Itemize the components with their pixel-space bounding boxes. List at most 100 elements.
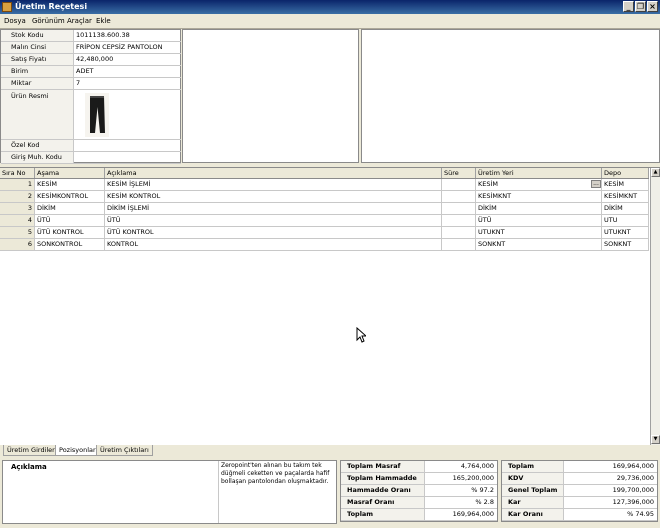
info-label: Stok Kodu: [1, 30, 74, 41]
tab-uretim-ciktilari[interactable]: Üretim Çıktıları: [96, 445, 153, 456]
summary-value: % 97.2: [471, 486, 494, 494]
info-row-giris-muh-kodu: Giriş Muh. Kodu: [1, 152, 181, 164]
info-value[interactable]: 42,480,000: [76, 54, 113, 65]
menu-araclar[interactable]: Araçlar: [67, 14, 92, 28]
summary-value: 4,764,000: [460, 462, 494, 470]
summary-row: Kar 127,396,000: [502, 497, 657, 509]
info-value[interactable]: 1011138.600.38: [76, 30, 130, 41]
info-row-malin-cinsi: Malın Cinsi FRİPON CEPSİZ PANTOLON: [1, 42, 181, 54]
info-label: Özel Kod: [1, 140, 74, 151]
cell-sure[interactable]: [442, 203, 476, 214]
scroll-up-icon[interactable]: ▲: [651, 168, 660, 177]
summary-right-table: Toplam 169,964,000 KDV 29,736,000 Genel …: [501, 460, 658, 522]
summary-row: Genel Toplam 199,700,000: [502, 485, 657, 497]
table-row[interactable]: 1 KESİM KESİM İŞLEMİ KESİM ... KESİM: [0, 179, 649, 191]
cell-aciklama[interactable]: DİKİM İŞLEMİ: [105, 203, 442, 214]
cell-asama[interactable]: KESİM: [35, 179, 105, 190]
cell-depo[interactable]: UTUKNT: [602, 227, 649, 238]
cell-depo[interactable]: SONKNT: [602, 239, 649, 250]
mouse-cursor-icon: [356, 327, 366, 343]
restore-button[interactable]: ❐: [635, 1, 646, 12]
cell-depo[interactable]: KESİM: [602, 179, 649, 190]
header-depo[interactable]: Depo: [602, 168, 649, 178]
middle-panel: [182, 29, 359, 163]
cell-uretim-yeri[interactable]: ÜTÜ: [476, 215, 602, 226]
header-asama[interactable]: Aşama: [35, 168, 105, 178]
summary-label: Toplam: [502, 461, 564, 472]
cell-asama[interactable]: KESİMKONTROL: [35, 191, 105, 202]
summary-value: % 2.8: [475, 498, 494, 506]
table-row[interactable]: 3 DİKİM DİKİM İŞLEMİ DİKİM DİKİM: [0, 203, 649, 215]
row-number: 2: [0, 191, 35, 202]
cell-uretim-yeri[interactable]: KESİM: [476, 179, 602, 190]
window-title: Üretim Reçetesi: [15, 2, 88, 11]
info-label: Miktar: [1, 78, 74, 89]
header-sira-no[interactable]: Sıra No: [0, 168, 35, 178]
menu-dosya[interactable]: Dosya: [4, 14, 26, 28]
right-panel: [361, 29, 660, 163]
info-value[interactable]: 7: [76, 78, 80, 89]
summary-area: Açıklama Zeropoint'ten alınan bu takım t…: [0, 457, 660, 528]
ellipsis-button[interactable]: ...: [591, 180, 601, 188]
cell-aciklama[interactable]: KESİM İŞLEMİ: [105, 179, 442, 190]
header-sure[interactable]: Süre: [442, 168, 476, 178]
table-row[interactable]: 4 ÜTÜ ÜTÜ ÜTÜ UTU: [0, 215, 649, 227]
table-row[interactable]: 5 ÜTÜ KONTROL ÜTÜ KONTROL UTUKNT UTUKNT: [0, 227, 649, 239]
row-number: 1: [0, 179, 35, 190]
menu-ekle[interactable]: Ekle: [96, 14, 111, 28]
cell-sure[interactable]: [442, 227, 476, 238]
header-aciklama[interactable]: Açıklama: [105, 168, 442, 178]
summary-value: 199,700,000: [612, 486, 654, 494]
cell-sure[interactable]: [442, 239, 476, 250]
summary-row: Masraf Oranı % 2.8: [341, 497, 497, 509]
cell-depo[interactable]: KESİMKNT: [602, 191, 649, 202]
cell-sure[interactable]: [442, 191, 476, 202]
cell-depo[interactable]: DİKİM: [602, 203, 649, 214]
cell-asama[interactable]: SONKONTROL: [35, 239, 105, 250]
cell-depo[interactable]: UTU: [602, 215, 649, 226]
close-button[interactable]: ×: [647, 1, 658, 12]
cell-uretim-yeri[interactable]: UTUKNT: [476, 227, 602, 238]
cell-sure[interactable]: [442, 215, 476, 226]
scroll-down-icon[interactable]: ▼: [651, 435, 660, 444]
cell-uretim-yeri[interactable]: DİKİM: [476, 203, 602, 214]
row-number: 4: [0, 215, 35, 226]
header-uretim-yeri[interactable]: Üretim Yeri: [476, 168, 602, 178]
grid-header: Sıra No Aşama Açıklama Süre Üretim Yeri …: [0, 168, 649, 179]
info-row-birim: Birim ADET: [1, 66, 181, 78]
cell-aciklama[interactable]: ÜTÜ KONTROL: [105, 227, 442, 238]
cell-asama[interactable]: ÜTÜ KONTROL: [35, 227, 105, 238]
cell-asama[interactable]: ÜTÜ: [35, 215, 105, 226]
table-row[interactable]: 6 SONKONTROL KONTROL SONKNT SONKNT: [0, 239, 649, 251]
cell-uretim-yeri[interactable]: KESİMKNT: [476, 191, 602, 202]
grid-vertical-scrollbar[interactable]: ▲ ▼: [650, 168, 660, 445]
info-row-ozel-kod: Özel Kod: [1, 140, 181, 152]
app-icon: [2, 2, 12, 12]
table-row[interactable]: 2 KESİMKONTROL KESİM KONTROL KESİMKNT KE…: [0, 191, 649, 203]
title-bar: Üretim Reçetesi _ ❐ ×: [0, 0, 660, 14]
cell-aciklama[interactable]: ÜTÜ: [105, 215, 442, 226]
summary-label: Kar: [502, 497, 564, 508]
summary-label: Toplam Masraf: [341, 461, 425, 472]
cell-aciklama[interactable]: KESİM KONTROL: [105, 191, 442, 202]
cell-aciklama[interactable]: KONTROL: [105, 239, 442, 250]
info-row-stok-kodu: Stok Kodu 1011138.600.38: [1, 30, 181, 42]
description-text[interactable]: Zeropoint'ten alınan bu takım tek düğmel…: [218, 461, 336, 523]
tab-uretim-girdileri[interactable]: Üretim Girdileri: [3, 445, 61, 456]
cell-uretim-yeri[interactable]: SONKNT: [476, 239, 602, 250]
cell-asama[interactable]: DİKİM: [35, 203, 105, 214]
summary-label: Masraf Oranı: [341, 497, 425, 508]
menu-gorunum[interactable]: Görünüm: [32, 14, 65, 28]
summary-left-table: Toplam Masraf 4,764,000 Toplam Hammadde …: [340, 460, 498, 522]
cell-sure[interactable]: [442, 179, 476, 190]
info-value[interactable]: FRİPON CEPSİZ PANTOLON: [76, 42, 163, 53]
info-value[interactable]: ADET: [76, 66, 94, 77]
production-steps-grid: Sıra No Aşama Açıklama Süre Üretim Yeri …: [0, 167, 660, 445]
bottom-tab-strip: Üretim Girdileri Pozisyonlar Üretim Çıkt…: [0, 445, 660, 457]
tab-pozisyonlar[interactable]: Pozisyonlar: [55, 445, 100, 456]
minimize-button[interactable]: _: [623, 1, 634, 12]
summary-row: Toplam Masraf 4,764,000: [341, 461, 497, 473]
info-row-satis-fiyati: Satış Fiyatı 42,480,000: [1, 54, 181, 66]
info-label: Malın Cinsi: [1, 42, 74, 53]
summary-value: 127,396,000: [612, 498, 654, 506]
